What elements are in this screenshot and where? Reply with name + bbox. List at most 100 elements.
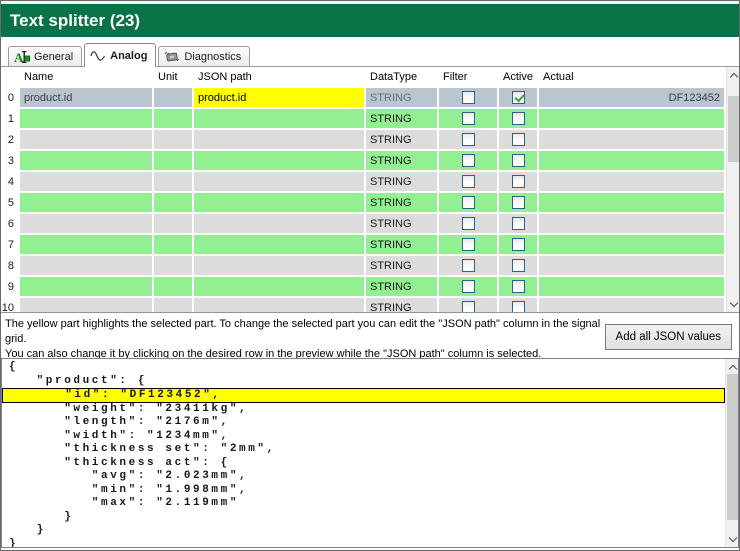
active-cell[interactable] (499, 235, 539, 256)
active-cell[interactable] (499, 172, 539, 193)
preview-line-highlighted[interactable]: "id": "DF123452", (2, 388, 725, 403)
filter-checkbox[interactable] (462, 196, 475, 209)
preview-line[interactable]: "thickness act": { (2, 457, 725, 471)
column-header-active[interactable]: Active (499, 67, 539, 88)
datatype-cell[interactable]: STRING (366, 235, 439, 256)
column-header-jsonpath[interactable]: JSON path (194, 67, 366, 88)
json-path-cell[interactable] (194, 172, 366, 193)
unit-cell[interactable] (154, 256, 194, 277)
row-index[interactable]: 10 (1, 298, 20, 313)
unit-cell[interactable] (154, 172, 194, 193)
datatype-cell[interactable]: STRING (366, 277, 439, 298)
active-cell[interactable] (499, 193, 539, 214)
filter-cell[interactable] (439, 193, 499, 214)
filter-cell[interactable] (439, 151, 499, 172)
preview-line[interactable]: "length": "2176m", (2, 416, 725, 430)
filter-cell[interactable] (439, 109, 499, 130)
preview-line[interactable]: } (2, 524, 725, 538)
name-cell[interactable] (20, 298, 154, 313)
column-header-datatype[interactable]: DataType (366, 67, 439, 88)
active-checkbox[interactable] (512, 154, 525, 167)
active-checkbox[interactable] (512, 301, 525, 313)
row-index[interactable]: 7 (1, 235, 20, 256)
active-checkbox[interactable] (512, 238, 525, 251)
active-checkbox[interactable] (512, 259, 525, 272)
json-path-cell[interactable] (194, 109, 366, 130)
preview-scrollbar[interactable] (725, 359, 738, 547)
preview-line[interactable]: { (2, 361, 725, 375)
tab-general[interactable]: A General (8, 46, 82, 66)
actual-cell[interactable] (539, 277, 726, 298)
datatype-cell[interactable]: STRING (366, 151, 439, 172)
table-row[interactable]: 2 STRING (1, 130, 726, 151)
filter-checkbox[interactable] (462, 91, 475, 104)
unit-cell[interactable] (154, 298, 194, 313)
filter-checkbox[interactable] (462, 154, 475, 167)
filter-checkbox[interactable] (462, 280, 475, 293)
filter-checkbox[interactable] (462, 259, 475, 272)
active-cell[interactable] (499, 88, 539, 109)
name-cell[interactable] (20, 109, 154, 130)
preview-scrollbar-thumb[interactable] (727, 374, 738, 520)
table-row[interactable]: 7 STRING (1, 235, 726, 256)
actual-cell[interactable] (539, 151, 726, 172)
active-cell[interactable] (499, 151, 539, 172)
row-index[interactable]: 3 (1, 151, 20, 172)
actual-cell[interactable] (539, 214, 726, 235)
json-path-cell[interactable] (194, 256, 366, 277)
active-checkbox[interactable] (512, 133, 525, 146)
filter-cell[interactable] (439, 88, 499, 109)
preview-line[interactable]: } (2, 511, 725, 525)
name-cell[interactable]: product.id (20, 88, 154, 109)
table-row[interactable]: 6 STRING (1, 214, 726, 235)
filter-cell[interactable] (439, 256, 499, 277)
tab-analog[interactable]: Analog (84, 43, 156, 67)
active-cell[interactable] (499, 214, 539, 235)
filter-checkbox[interactable] (462, 133, 475, 146)
json-path-cell[interactable] (194, 298, 366, 313)
preview-line[interactable]: } (2, 538, 725, 549)
name-cell[interactable] (20, 172, 154, 193)
json-path-cell[interactable] (194, 214, 366, 235)
column-header-name[interactable]: Name (20, 67, 154, 88)
preview-line[interactable]: "width": "1234mm", (2, 430, 725, 444)
table-row[interactable]: 4 STRING (1, 172, 726, 193)
unit-cell[interactable] (154, 130, 194, 151)
table-row[interactable]: 9 STRING (1, 277, 726, 298)
filter-checkbox[interactable] (462, 301, 475, 313)
unit-cell[interactable] (154, 109, 194, 130)
grid-scrollbar-thumb[interactable] (728, 96, 739, 162)
name-cell[interactable] (20, 235, 154, 256)
table-row[interactable]: 1 STRING (1, 109, 726, 130)
row-index[interactable]: 0 (1, 88, 20, 109)
add-all-json-values-button[interactable]: Add all JSON values (605, 324, 732, 350)
preview-line[interactable]: "weight": "23411kg", (2, 403, 725, 417)
datatype-cell[interactable]: STRING (366, 214, 439, 235)
active-checkbox[interactable] (512, 91, 525, 104)
active-cell[interactable] (499, 277, 539, 298)
active-cell[interactable] (499, 109, 539, 130)
preview-line[interactable]: "max": "2.119mm" (2, 497, 725, 511)
datatype-cell[interactable]: STRING (366, 193, 439, 214)
column-header-unit[interactable]: Unit (154, 67, 194, 88)
json-path-cell[interactable] (194, 235, 366, 256)
filter-cell[interactable] (439, 277, 499, 298)
row-index[interactable]: 2 (1, 130, 20, 151)
datatype-cell[interactable]: STRING (366, 88, 439, 109)
table-row[interactable]: 0 product.id product.id STRING DF123452 (1, 88, 726, 109)
filter-checkbox[interactable] (462, 112, 475, 125)
grid-scroll-up-icon[interactable] (727, 67, 739, 82)
preview-scroll-down-icon[interactable] (726, 532, 739, 547)
active-cell[interactable] (499, 298, 539, 313)
unit-cell[interactable] (154, 214, 194, 235)
row-index[interactable]: 4 (1, 172, 20, 193)
unit-cell[interactable] (154, 277, 194, 298)
row-index[interactable]: 8 (1, 256, 20, 277)
table-row[interactable]: 10 STRING (1, 298, 726, 313)
active-checkbox[interactable] (512, 196, 525, 209)
tab-diagnostics[interactable]: Diagnostics (158, 46, 250, 66)
row-index[interactable]: 1 (1, 109, 20, 130)
filter-checkbox[interactable] (462, 217, 475, 230)
unit-cell[interactable] (154, 193, 194, 214)
name-cell[interactable] (20, 130, 154, 151)
